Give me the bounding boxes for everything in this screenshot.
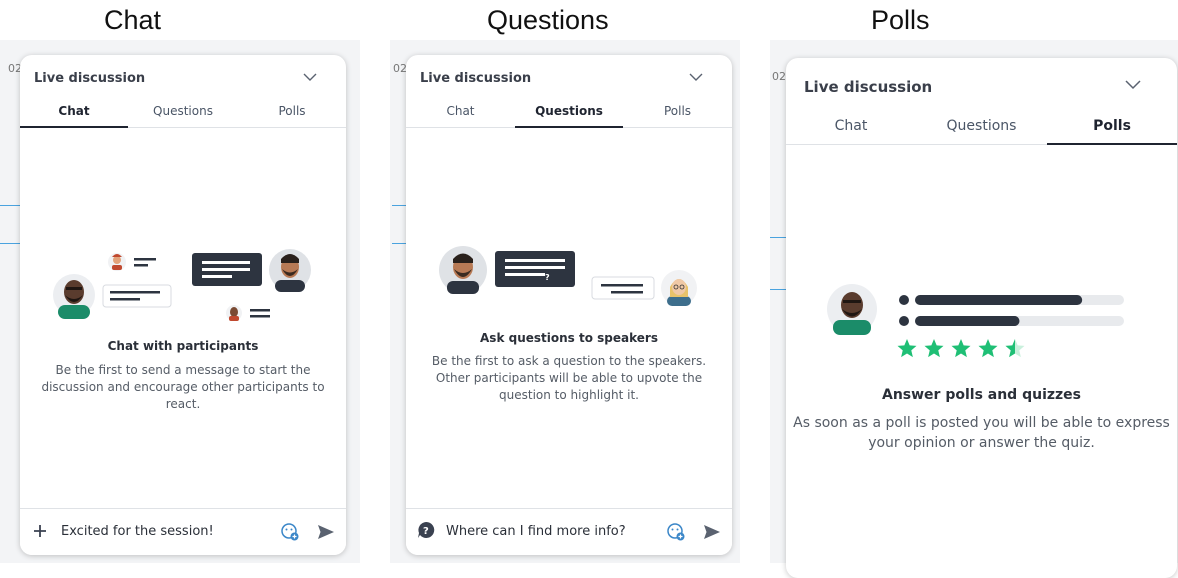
speaker-avatar-icon <box>439 246 487 294</box>
background-line <box>392 205 406 206</box>
tab-chat[interactable]: Chat <box>406 95 515 127</box>
tab-chat[interactable]: Chat <box>20 95 128 128</box>
participant-avatar-icon <box>53 274 95 319</box>
live-discussion-panel-questions: Live discussion Chat Questions Polls ? A… <box>406 55 732 555</box>
participant-avatar-icon <box>827 284 877 335</box>
chevron-down-icon[interactable] <box>1125 79 1141 90</box>
emoji-add-icon[interactable] <box>666 522 686 542</box>
questions-illustration: ? <box>439 246 697 306</box>
background-line <box>770 289 786 290</box>
participant-avatar-icon <box>269 249 311 292</box>
tab-questions[interactable]: Questions <box>916 108 1047 144</box>
question-mark: ? <box>545 273 550 282</box>
empty-state-description: As soon as a poll is posted you will be … <box>793 415 1170 451</box>
background-text: 02 <box>393 62 407 75</box>
caption-chat: Chat <box>104 5 162 35</box>
tab-polls[interactable]: Polls <box>623 95 732 127</box>
star-icon <box>924 339 944 358</box>
background-line <box>0 205 20 206</box>
poll-bar-fill <box>915 316 1020 326</box>
participant-avatar-icon <box>661 270 697 306</box>
small-avatar-icon <box>108 253 126 271</box>
live-discussion-panel-polls: Live discussion Chat Questions Polls Ans… <box>786 58 1177 578</box>
question-bubble-icon[interactable]: ? <box>417 521 435 539</box>
poll-option-dot <box>899 295 909 305</box>
caption-questions: Questions <box>487 5 609 35</box>
question-input[interactable]: Where can I find more info? <box>446 524 626 539</box>
poll-option-dot <box>899 316 909 326</box>
caption-polls: Polls <box>871 5 930 35</box>
message-composer: Excited for the session! <box>20 508 346 555</box>
chevron-down-icon[interactable] <box>689 72 703 82</box>
live-discussion-panel-chat: Live discussion Chat Questions Polls Cha… <box>20 55 346 555</box>
background-line <box>392 243 406 244</box>
empty-state-heading: Answer polls and quizzes <box>881 387 1081 403</box>
emoji-add-icon[interactable] <box>280 522 300 542</box>
plus-icon[interactable] <box>33 524 47 538</box>
tab-questions[interactable]: Questions <box>515 95 623 128</box>
empty-state-heading: Chat with participants <box>107 339 259 353</box>
message-composer: ? Where can I find more info? <box>406 508 732 555</box>
tab-bar: Chat Questions Polls <box>406 95 732 128</box>
star-icon <box>978 339 998 358</box>
send-icon[interactable] <box>703 524 721 540</box>
tab-polls[interactable]: Polls <box>238 95 346 127</box>
svg-text:?: ? <box>423 526 429 537</box>
tab-bar: Chat Questions Polls <box>786 108 1177 145</box>
empty-state-heading: Ask questions to speakers <box>480 331 658 345</box>
panel-title: Live discussion <box>804 78 933 96</box>
polls-illustration <box>827 284 1124 358</box>
send-icon[interactable] <box>317 524 335 540</box>
star-icon <box>897 339 917 358</box>
tab-chat[interactable]: Chat <box>786 108 916 144</box>
poll-results-chart <box>899 295 1124 326</box>
poll-bar-fill <box>915 295 1083 305</box>
background-text: 02 <box>772 70 786 83</box>
panel-title: Live discussion <box>420 71 532 86</box>
chat-illustration <box>53 249 311 321</box>
message-input[interactable]: Excited for the session! <box>61 524 214 539</box>
background-line <box>0 243 20 244</box>
chevron-down-icon[interactable] <box>303 72 317 82</box>
empty-state-description: Be the first to ask a question to the sp… <box>431 354 707 402</box>
tab-bar: Chat Questions Polls <box>20 95 346 128</box>
background-line <box>770 237 786 238</box>
tab-questions[interactable]: Questions <box>128 95 238 127</box>
star-rating <box>897 339 1025 358</box>
panel-title: Live discussion <box>34 71 146 86</box>
star-icon <box>951 339 971 358</box>
small-avatar-icon <box>226 305 242 321</box>
empty-state-description: Be the first to send a message to start … <box>41 363 325 411</box>
tab-polls[interactable]: Polls <box>1047 108 1177 145</box>
